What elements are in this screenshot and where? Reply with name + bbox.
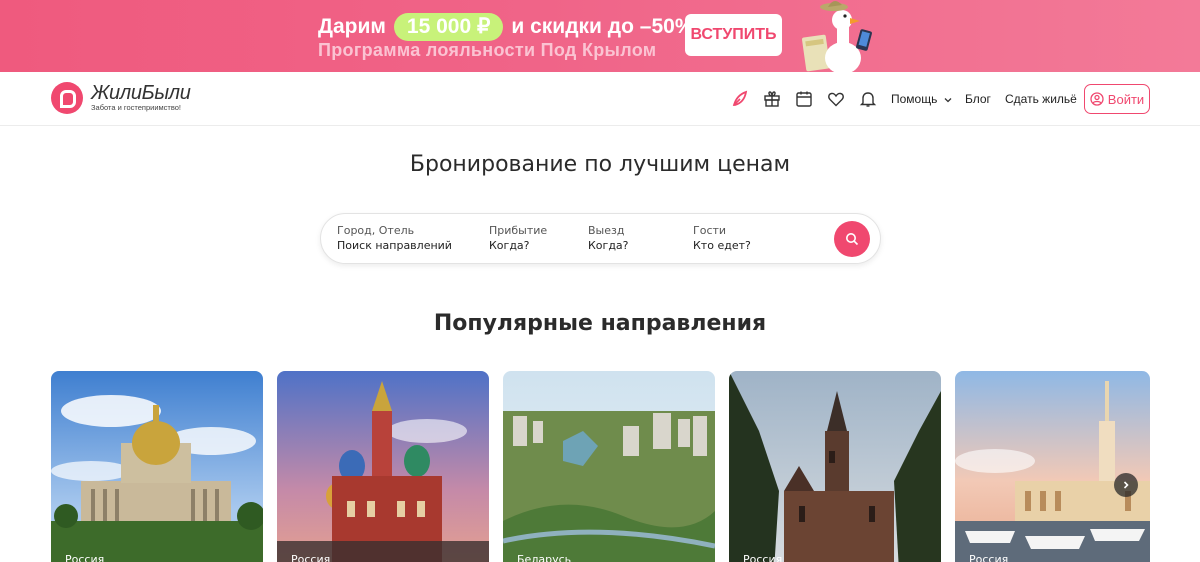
destination-card[interactable]: Россия <box>51 371 263 562</box>
destination-card[interactable]: Россия <box>277 371 489 562</box>
minsk-aerial-photo <box>503 371 715 562</box>
bell-icon[interactable] <box>858 89 878 109</box>
guests-field[interactable]: Гости Кто едет? <box>693 224 751 254</box>
blog-link[interactable]: Блог <box>965 92 991 106</box>
departure-label: Выезд <box>588 224 625 237</box>
logo-tagline: Забота и гостеприимство! <box>91 103 182 112</box>
login-button[interactable]: Войти <box>1084 84 1150 114</box>
chevron-right-icon <box>1123 481 1129 489</box>
user-icon <box>1090 92 1104 106</box>
arrival-input[interactable]: Когда? <box>489 238 547 254</box>
hero-title: Бронирование по лучшим ценам <box>409 152 791 177</box>
rent-out-link[interactable]: Сдать жильё <box>1005 92 1077 106</box>
carousel-next-button[interactable] <box>1114 473 1138 497</box>
popular-title: Популярные направления <box>433 311 767 336</box>
card-country: Россия <box>65 553 105 562</box>
calendar-icon[interactable] <box>794 89 814 109</box>
card-country: Россия <box>291 553 331 562</box>
join-button[interactable]: ВСТУПИТЬ <box>685 14 782 56</box>
destination-card[interactable]: Россия <box>729 371 941 562</box>
chevron-down-icon <box>944 97 952 103</box>
city-field[interactable]: Город, Отель Поиск направлений <box>337 224 452 254</box>
promo-headline: Дарим 15 000 ₽ и скидки до –50% <box>318 12 694 42</box>
city-input[interactable]: Поиск направлений <box>337 238 452 254</box>
logo-mark-icon <box>51 82 83 114</box>
guests-label: Гости <box>693 224 727 237</box>
promo-suffix: и скидки до –50% <box>511 15 694 38</box>
sochi-port-photo <box>955 371 1150 562</box>
card-country: Россия <box>969 553 1009 562</box>
gift-icon[interactable] <box>762 89 782 109</box>
feather-icon[interactable] <box>730 89 750 109</box>
cathedral-photo <box>51 371 263 562</box>
arrival-field[interactable]: Прибытие Когда? <box>489 224 547 254</box>
arrival-label: Прибытие <box>489 224 548 237</box>
promo-prefix: Дарим <box>318 15 386 38</box>
departure-input[interactable]: Когда? <box>588 238 629 254</box>
search-button[interactable] <box>834 221 870 257</box>
logo-name: ЖилиБыли <box>91 82 191 104</box>
departure-field[interactable]: Выезд Когда? <box>588 224 629 254</box>
heart-icon[interactable] <box>826 89 846 109</box>
destination-card[interactable]: Беларусь <box>503 371 715 562</box>
duck-mascot-image <box>802 0 872 72</box>
kaliningrad-cathedral-photo <box>729 371 941 562</box>
search-bar: Город, Отель Поиск направлений Прибытие … <box>320 213 881 264</box>
guests-input[interactable]: Кто едет? <box>693 238 751 254</box>
help-menu-label: Помощь <box>891 92 938 106</box>
card-country: Россия <box>743 553 783 562</box>
search-icon <box>846 233 859 246</box>
logo[interactable]: ЖилиБыли Забота и гостеприимство! <box>51 82 191 114</box>
promo-banner[interactable]: Дарим 15 000 ₽ и скидки до –50% Программ… <box>0 0 1200 72</box>
city-label: Город, Отель <box>337 224 415 237</box>
destination-card[interactable]: Россия <box>955 371 1150 562</box>
basil-cathedral-photo <box>277 371 489 562</box>
help-menu[interactable]: Помощь <box>891 92 953 106</box>
promo-amount-badge: 15 000 ₽ <box>393 13 504 41</box>
promo-subtitle: Программа лояльности Под Крылом <box>318 40 657 60</box>
login-label: Войти <box>1107 91 1145 107</box>
card-country: Беларусь <box>517 553 572 562</box>
